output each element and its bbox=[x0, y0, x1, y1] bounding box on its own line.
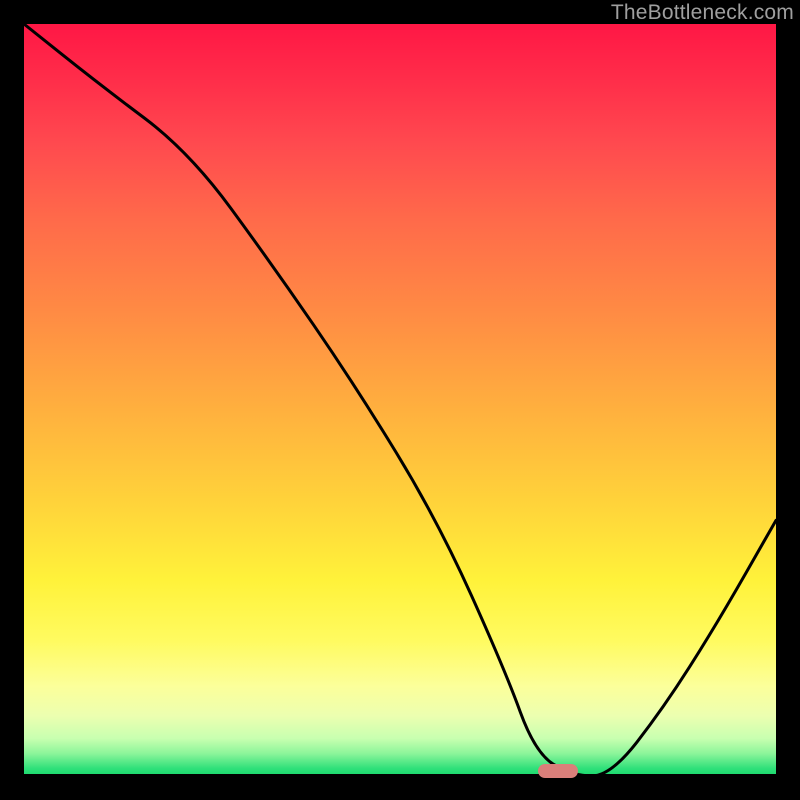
chart-frame bbox=[24, 24, 776, 776]
watermark-text: TheBottleneck.com bbox=[611, 1, 794, 25]
bottleneck-curve bbox=[24, 24, 776, 776]
optimal-point-marker bbox=[538, 764, 578, 778]
plot-area bbox=[24, 24, 776, 776]
